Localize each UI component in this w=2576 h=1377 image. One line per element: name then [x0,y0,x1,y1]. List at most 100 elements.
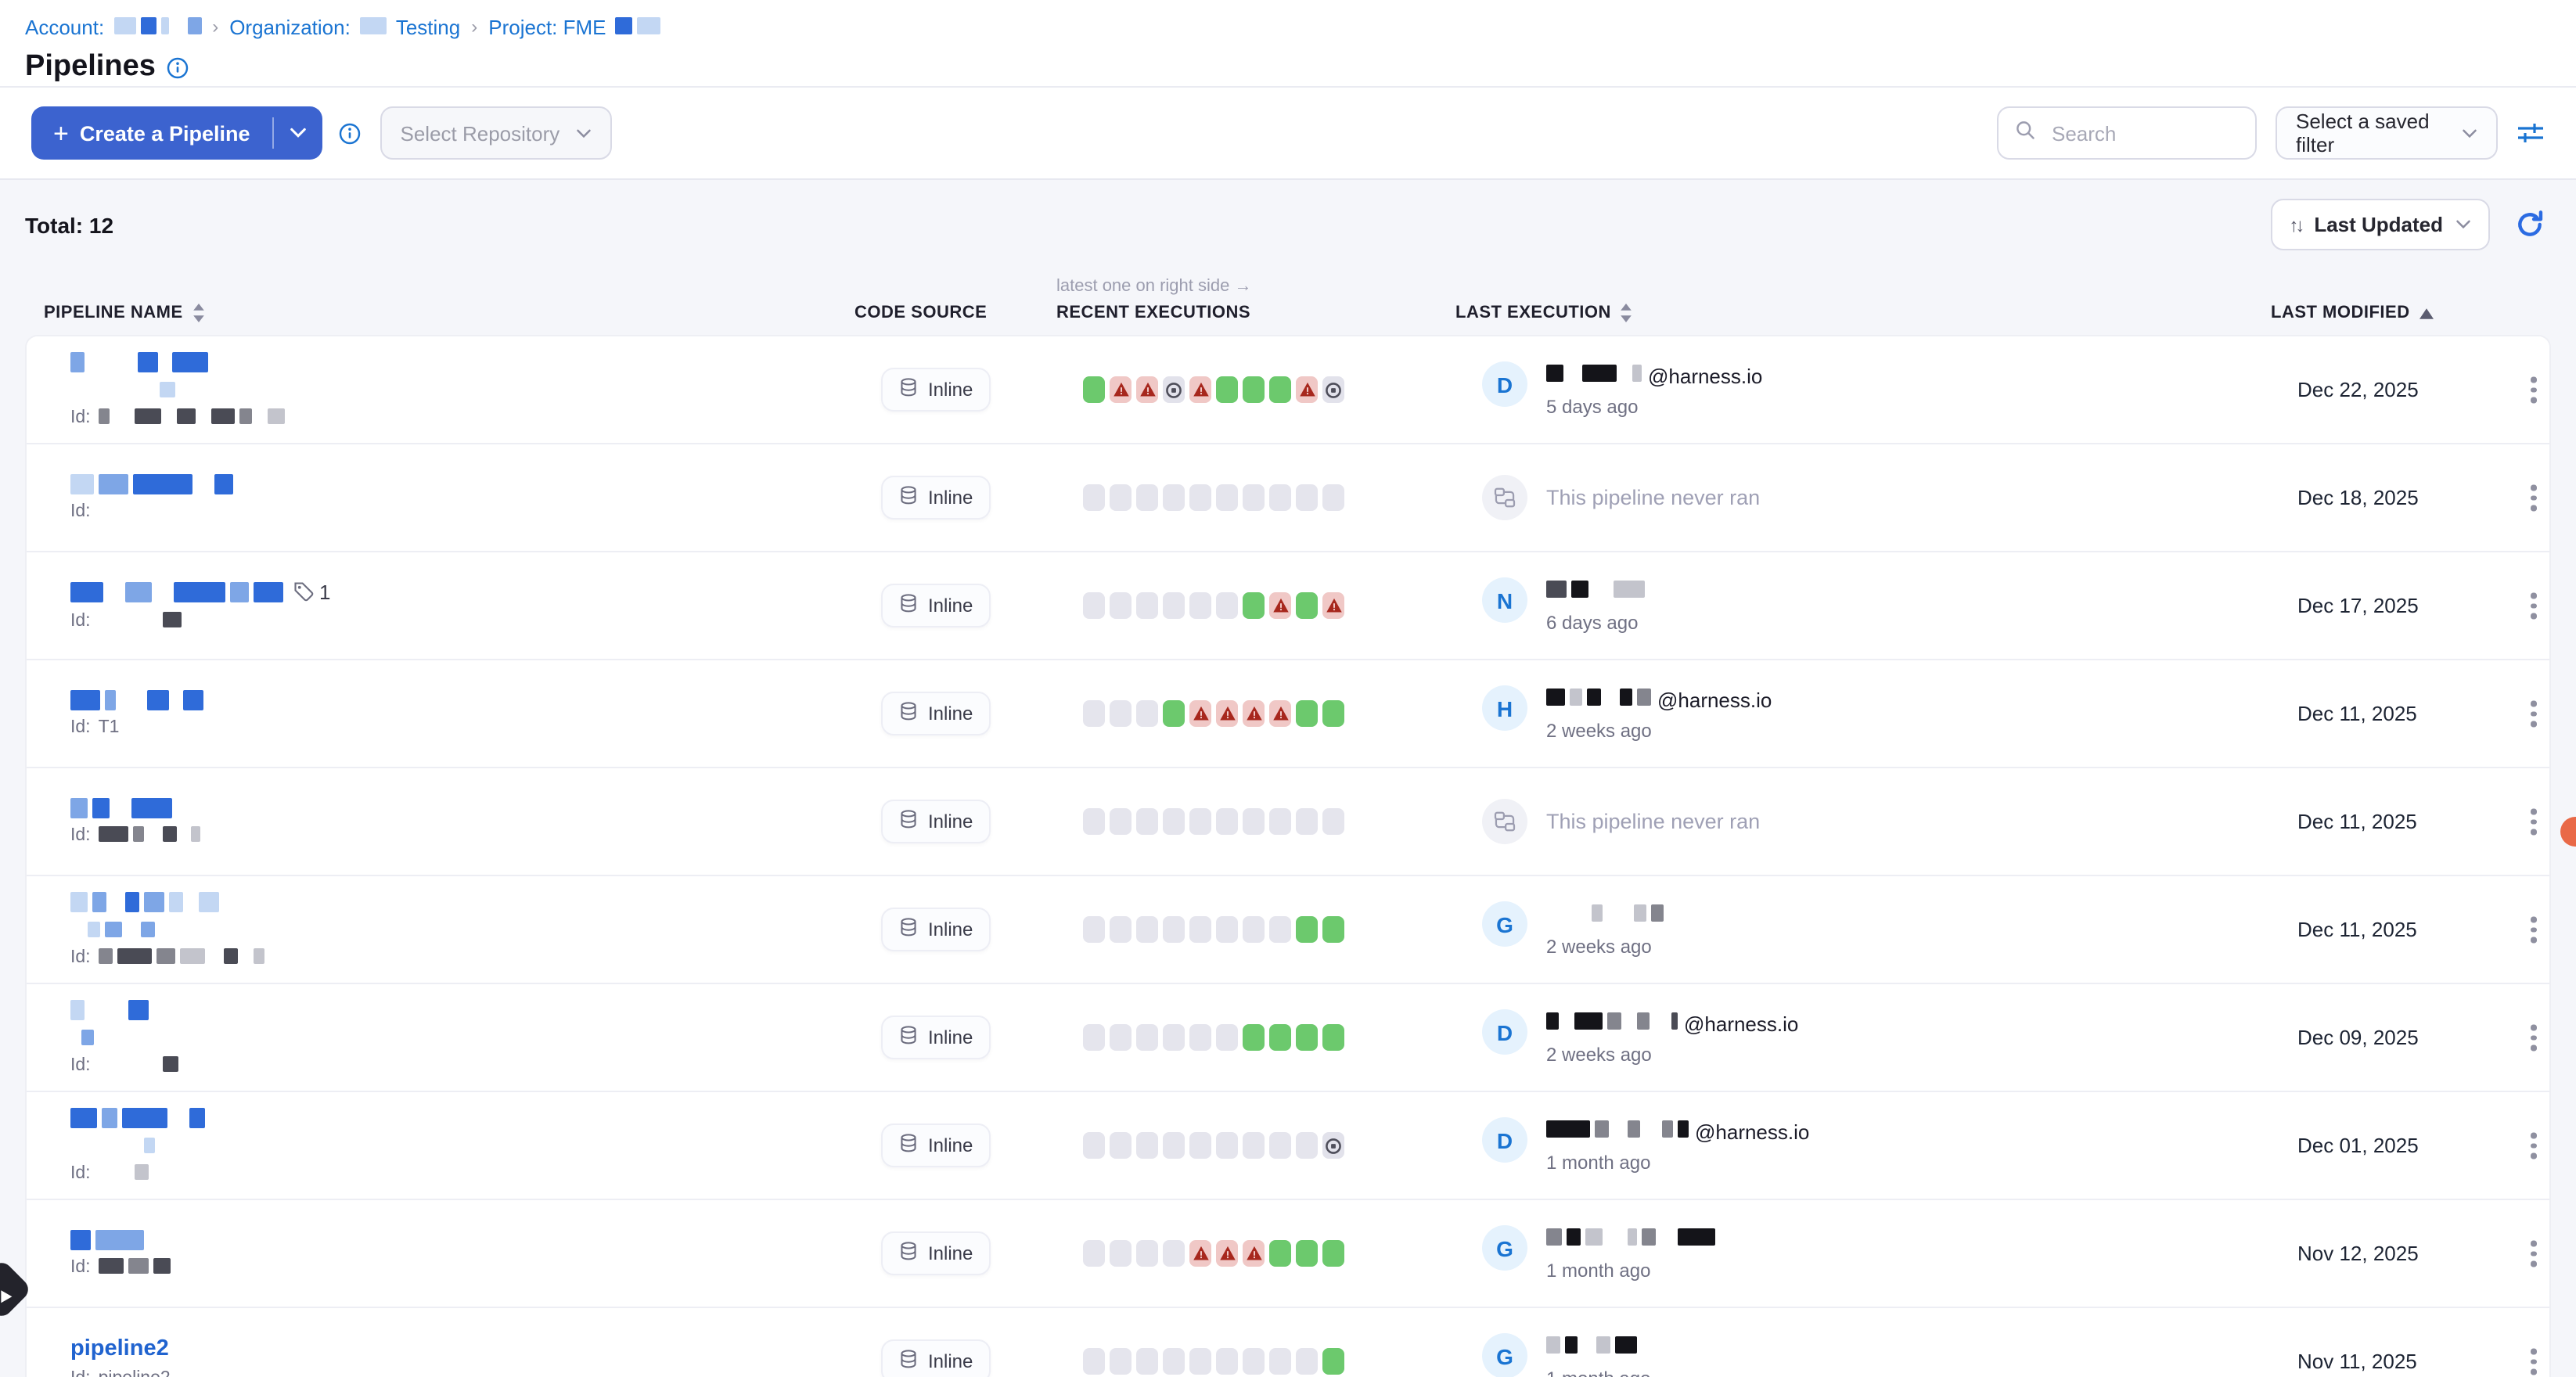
execution-status-failed[interactable] [1322,592,1344,619]
execution-status-failed[interactable] [1216,700,1238,727]
pipeline-row[interactable]: Id:T1 Inline H @harness.io 2 weeks ago [27,660,2549,768]
saved-filter-dropdown[interactable]: Select a saved filter [2276,106,2498,160]
execution-status-failed[interactable] [1136,376,1158,403]
execution-status-empty [1136,1132,1158,1159]
pipeline-row[interactable]: pipeline2 Id:pipeline2 Inline G 1 month … [27,1308,2549,1377]
avatar[interactable]: N [1482,577,1527,623]
execution-status-empty [1136,916,1158,943]
last-modified-date: Dec 22, 2025 [2297,378,2419,401]
avatar[interactable]: D [1482,1117,1527,1163]
execution-status-success[interactable] [1296,1024,1318,1051]
avatar[interactable]: D [1482,361,1527,407]
execution-status-success[interactable] [1322,1240,1344,1267]
row-menu-button[interactable] [2521,911,2545,949]
create-pipeline-button[interactable]: + Create a Pipeline [31,106,322,160]
execution-status-success[interactable] [1322,1024,1344,1051]
column-header-last-execution[interactable]: LAST EXECUTION [1455,304,1633,322]
execution-status-failed[interactable] [1189,1240,1211,1267]
execution-status-success[interactable] [1296,1240,1318,1267]
execution-status-success[interactable] [1296,592,1318,619]
execution-status-failed[interactable] [1243,700,1265,727]
pipeline-name-link[interactable]: pipeline2 [70,1336,169,1361]
execution-status-failed[interactable] [1110,376,1131,403]
execution-status-failed[interactable] [1269,592,1291,619]
sort-icon [192,304,205,322]
plus-icon: + [53,120,69,146]
select-repository-dropdown[interactable]: Select Repository [380,106,612,160]
pipeline-id: Id: [70,1055,759,1076]
execution-status-failed[interactable] [1296,376,1318,403]
pipeline-row[interactable]: Id: Inline D @harness.io 5 days ago [27,336,2549,444]
avatar[interactable]: G [1482,1333,1527,1377]
execution-status-empty [1163,1240,1185,1267]
pipeline-row[interactable]: Id: Inline G 1 month ago [27,1200,2549,1308]
execution-status-success[interactable] [1243,376,1265,403]
execution-status-success[interactable] [1243,592,1265,619]
pipeline-row[interactable]: Id: Inline D @harness.io 2 weeks ago [27,984,2549,1092]
column-header-last-modified[interactable]: LAST MODIFIED [2271,304,2434,322]
execution-status-success[interactable] [1269,1024,1291,1051]
pipeline-row[interactable]: Id: Inline D @harness.io 1 month ago [27,1092,2549,1200]
execution-status-success[interactable] [1322,916,1344,943]
execution-status-aborted[interactable] [1322,1132,1344,1159]
row-menu-button[interactable] [2521,1235,2545,1273]
row-menu-button[interactable] [2521,803,2545,841]
pipeline-row[interactable]: Id: Inline G 2 weeks ago [27,876,2549,984]
execution-status-success[interactable] [1296,700,1318,727]
recent-executions-strip [1083,1132,1344,1159]
breadcrumb-account-link[interactable]: Account: [25,15,104,38]
execution-status-success[interactable] [1269,1240,1291,1267]
avatar[interactable]: G [1482,901,1527,947]
row-menu-button[interactable] [2521,1127,2545,1165]
execution-status-empty [1136,592,1158,619]
execution-status-aborted[interactable] [1322,376,1344,403]
pipeline-name-cell: Id: [70,336,759,443]
execution-status-failed[interactable] [1189,376,1211,403]
refresh-icon[interactable] [2515,210,2545,239]
redacted-text [1546,904,1664,922]
avatar[interactable]: H [1482,685,1527,731]
avatar[interactable]: G [1482,1225,1527,1271]
redacted-text [70,1229,144,1249]
info-icon[interactable] [167,56,190,79]
execution-status-success[interactable] [1216,376,1238,403]
avatar[interactable]: D [1482,1009,1527,1055]
execution-status-aborted[interactable] [1163,376,1185,403]
create-pipeline-dropdown[interactable] [274,106,322,160]
pipelines-page: Account: › Organization: Testing › Proje… [0,0,2576,1377]
row-menu-button[interactable] [2521,1343,2545,1377]
execution-status-success[interactable] [1163,700,1185,727]
breadcrumb-org-name-link[interactable]: Testing [396,15,460,38]
pipeline-name-cell: Id: [70,876,759,983]
column-header-code-source: CODE SOURCE [854,304,987,322]
execution-status-success[interactable] [1322,1348,1344,1375]
row-menu-button[interactable] [2521,371,2545,409]
row-menu-button[interactable] [2521,479,2545,517]
execution-status-success[interactable] [1269,376,1291,403]
redacted-text [99,1257,171,1273]
row-menu-button[interactable] [2521,587,2545,625]
execution-status-failed[interactable] [1189,700,1211,727]
execution-status-success[interactable] [1083,376,1105,403]
execution-status-success[interactable] [1243,1024,1265,1051]
execution-status-failed[interactable] [1269,700,1291,727]
pipeline-row[interactable]: 1 Id: Inline N 6 days ago [27,552,2549,660]
execution-status-empty [1269,1132,1291,1159]
execution-status-failed[interactable] [1216,1240,1238,1267]
filter-sliders-icon[interactable] [2517,120,2545,146]
row-menu-button[interactable] [2521,695,2545,733]
info-icon[interactable] [338,121,362,145]
pipeline-id: Id:T1 [70,718,759,737]
redacted-text [99,825,200,841]
execution-status-success[interactable] [1296,916,1318,943]
search-input[interactable] [2049,120,2221,146]
execution-status-success[interactable] [1322,700,1344,727]
pipeline-row[interactable]: Id: Inline [27,444,2549,552]
execution-status-failed[interactable] [1243,1240,1265,1267]
sort-dropdown[interactable]: ↑↓ Last Updated [2270,199,2490,250]
pipeline-row[interactable]: Id: Inline [27,768,2549,876]
column-header-pipeline-name[interactable]: PIPELINE NAME [44,304,205,322]
row-menu-button[interactable] [2521,1019,2545,1057]
breadcrumb-organization-link[interactable]: Organization: [229,15,351,38]
breadcrumb-project-link[interactable]: Project: FME [488,15,606,38]
